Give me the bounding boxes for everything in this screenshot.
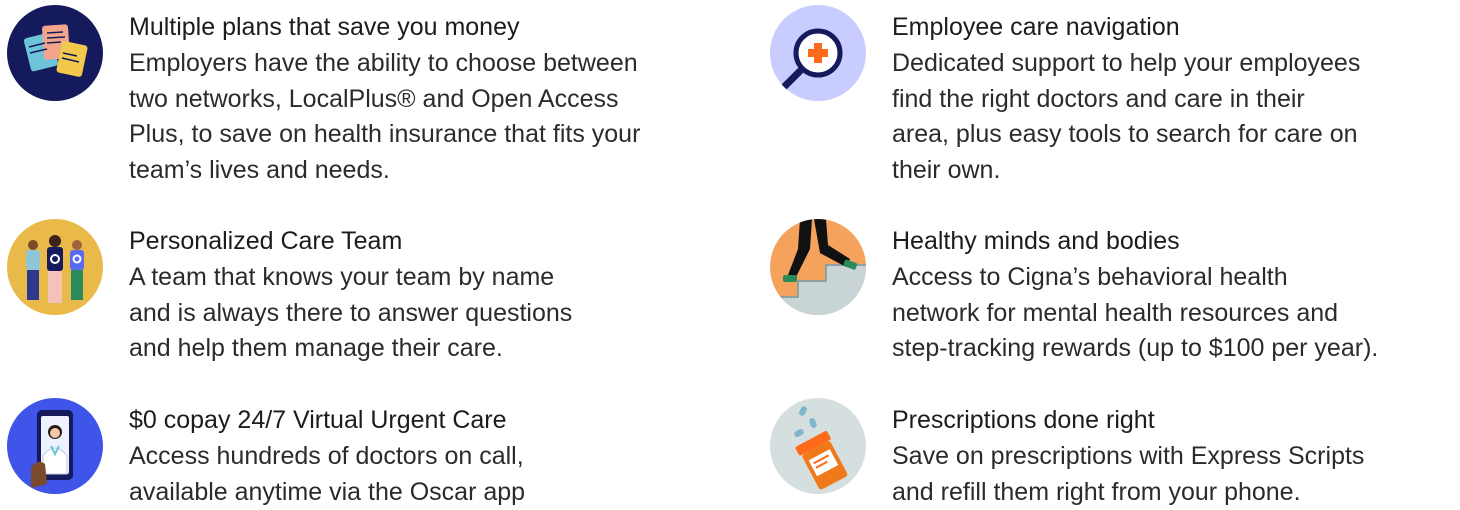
- feature-title: Healthy minds and bodies: [892, 227, 1180, 255]
- feature-description: Dedicated support to help your employees…: [892, 49, 1361, 184]
- feature-title: Employee care navigation: [892, 13, 1180, 41]
- feature-title: $0 copay 24/7 Virtual Urgent Care: [129, 406, 507, 434]
- feature-description: Access to Cigna’s behavioral health netw…: [892, 263, 1379, 362]
- feature-title: Prescriptions done right: [892, 406, 1155, 434]
- feature-multiple-plans: Multiple plans that save you money Emplo…: [7, 5, 647, 188]
- insurance-cards-icon: [7, 5, 103, 101]
- feature-description: A team that knows your team by name and …: [129, 263, 573, 362]
- feature-description: Employers have the ability to choose bet…: [129, 49, 641, 184]
- feature-healthy-minds: Healthy minds and bodies Access to Cigna…: [770, 219, 1410, 367]
- feature-title: Multiple plans that save you money: [129, 13, 520, 41]
- feature-description: Save on prescriptions with Express Scrip…: [892, 442, 1365, 506]
- walking-legs-stairs-icon: [770, 219, 866, 315]
- features-grid: Multiple plans that save you money Emplo…: [0, 0, 1460, 506]
- feature-care-navigation: Employee care navigation Dedicated suppo…: [770, 5, 1410, 188]
- feature-title: Personalized Care Team: [129, 227, 403, 255]
- care-navigation-magnifier-icon: [770, 5, 866, 101]
- feature-virtual-care: $0 copay 24/7 Virtual Urgent Care Access…: [7, 398, 647, 510]
- prescription-bottle-icon: [770, 398, 866, 494]
- feature-care-team: Personalized Care Team A team that knows…: [7, 219, 647, 367]
- virtual-doctor-phone-icon: [7, 398, 103, 494]
- feature-description: Access hundreds of doctors on call, avai…: [129, 442, 526, 506]
- care-team-people-icon: [7, 219, 103, 315]
- feature-prescriptions: Prescriptions done right Save on prescri…: [770, 398, 1410, 510]
